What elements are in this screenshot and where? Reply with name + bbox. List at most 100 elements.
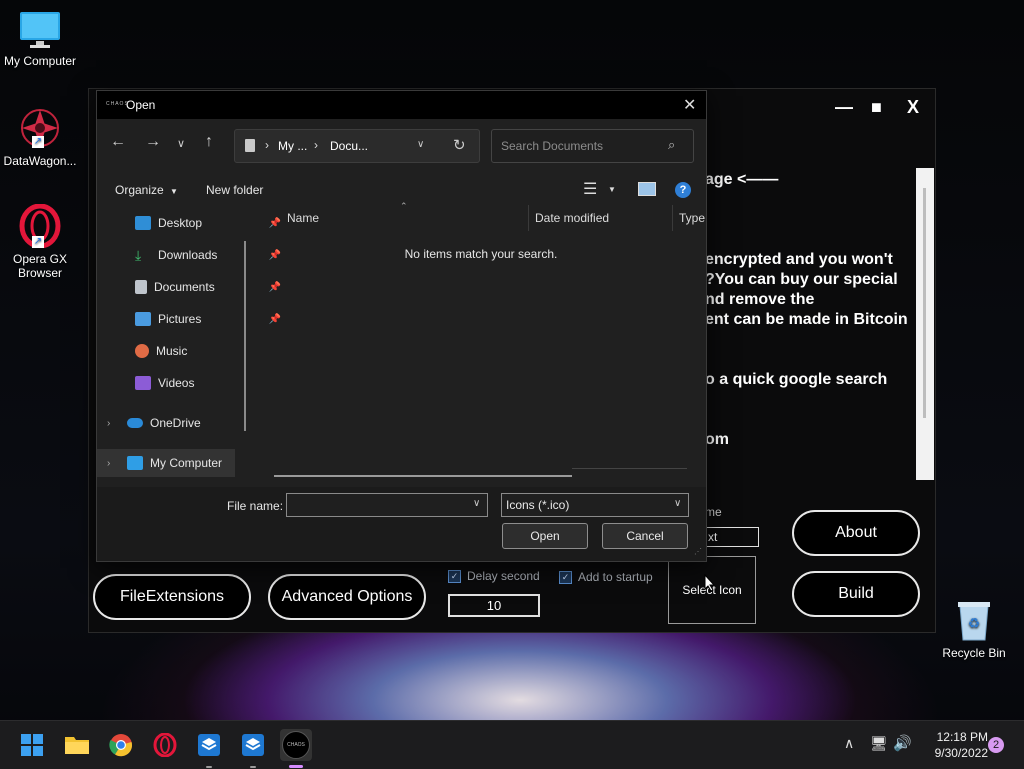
taskbar-datawagon-app[interactable] (193, 729, 225, 761)
horizontal-scrollbar[interactable] (274, 475, 572, 477)
ransom-text-line: nd remove the (705, 291, 815, 308)
checkbox-checked-icon: ✓ (559, 570, 572, 584)
close-button[interactable]: X (907, 97, 919, 118)
search-documents-input[interactable]: Search Documents ⌕ (491, 129, 694, 163)
minimize-button[interactable]: — (835, 97, 853, 118)
add-to-startup-checkbox[interactable]: ✓ Add to startup (559, 570, 653, 584)
name-input[interactable]: xt (705, 527, 759, 547)
folder-icon (65, 737, 89, 754)
ransom-text-line: ent can be made in Bitcoin (705, 311, 908, 328)
dialog-titlebar[interactable]: CHAOS Open ✕ (97, 91, 706, 119)
desktop-icon-opera-gx[interactable]: ↗ Opera GX Browser (0, 203, 80, 280)
column-header-date-modified[interactable]: Date modified (535, 211, 609, 225)
nav-item-label: Videos (158, 376, 195, 390)
taskbar-chaos-builder[interactable]: CHAOS (280, 729, 312, 761)
preview-pane-icon[interactable] (638, 182, 656, 196)
nav-item-label: OneDrive (150, 416, 201, 430)
ransom-text-line: age <—— (705, 171, 779, 188)
back-arrow-icon[interactable]: ← (110, 133, 126, 151)
shortcut-arrow-icon: ↗ (32, 136, 44, 148)
recent-locations-chevron-icon[interactable]: ∨ (177, 137, 185, 150)
clock[interactable]: 12:18 PM 9/30/2022 (918, 729, 988, 761)
nav-item-my-computer[interactable]: › My Computer (97, 449, 235, 477)
file-list-pane: ⌃ (257, 201, 706, 485)
file-name-dropdown-chevron-icon[interactable]: ∨ (473, 498, 480, 509)
delay-input[interactable]: 10 (448, 594, 540, 617)
network-icon[interactable]: 🖥 (870, 735, 888, 752)
ransom-text-line: om (705, 431, 729, 448)
column-divider[interactable] (672, 205, 673, 231)
show-hidden-icons-chevron-icon[interactable]: ∧ (844, 735, 854, 752)
maximize-button[interactable]: ■ (871, 97, 882, 118)
about-button[interactable]: About (792, 510, 920, 556)
up-arrow-icon[interactable]: ↑ (205, 133, 213, 151)
desktop-icon-label: DataWagon... (3, 154, 77, 168)
desktop-icon-label: Recycle Bin (942, 646, 1006, 660)
advanced-options-button[interactable]: Advanced Options (268, 574, 426, 620)
breadcrumb-separator-icon: › (265, 138, 269, 152)
nav-item-label: Pictures (158, 312, 202, 326)
new-folder-button[interactable]: New folder (206, 183, 263, 197)
desktop-icon-my-computer[interactable]: My Computer (0, 10, 80, 68)
ransom-text-line: o a quick google search (705, 371, 888, 388)
dialog-close-icon[interactable]: ✕ (683, 95, 696, 115)
nav-item-label: Desktop (158, 216, 203, 230)
delay-second-label: Delay second (467, 569, 540, 583)
address-dropdown-chevron-icon[interactable]: ∨ (417, 139, 424, 150)
mouse-cursor-icon (704, 573, 716, 597)
delay-second-checkbox[interactable]: ✓ Delay second (448, 569, 540, 583)
taskbar-chrome[interactable] (105, 729, 137, 761)
start-button[interactable] (16, 729, 48, 761)
add-to-startup-label: Add to startup (578, 570, 653, 584)
expand-chevron-icon[interactable]: › (107, 418, 127, 429)
column-header-type[interactable]: Type (679, 211, 705, 225)
desktop-folder-icon (135, 216, 151, 230)
taskbar-file-explorer[interactable] (61, 729, 93, 761)
taskbar-opera-gx[interactable] (149, 729, 181, 761)
file-type-dropdown-chevron-icon[interactable]: ∨ (674, 498, 681, 509)
desktop-icon-datawagon[interactable]: ↗ DataWagon... (0, 106, 80, 168)
open-button[interactable]: Open (502, 523, 588, 549)
build-button[interactable]: Build (792, 571, 920, 617)
nav-item-label: My Computer (150, 456, 223, 470)
organize-label: Organize (115, 183, 164, 197)
column-divider[interactable] (528, 205, 529, 231)
ransom-text-line: ?You can buy our special (705, 271, 898, 288)
cancel-button[interactable]: Cancel (602, 523, 688, 549)
breadcrumb-my-computer[interactable]: My ... (278, 139, 307, 153)
resize-grip-icon[interactable]: ⋰ (694, 547, 702, 556)
document-folder-icon (245, 139, 255, 152)
help-icon[interactable]: ? (675, 182, 691, 198)
dialog-title: Open (126, 98, 156, 112)
column-header-name[interactable]: Name (287, 211, 319, 225)
nav-item-onedrive[interactable]: › OneDrive (97, 409, 267, 437)
clock-time: 12:18 PM (936, 730, 988, 744)
file-extensions-button[interactable]: FileExtensions (93, 574, 251, 620)
onedrive-cloud-icon (127, 418, 143, 428)
desktop-icon-recycle-bin[interactable]: ♻ Recycle Bin (934, 598, 1014, 660)
nav-pane-scrollbar[interactable] (244, 241, 246, 431)
view-options-icon[interactable]: ☰ (583, 179, 597, 199)
refresh-icon[interactable]: ↻ (453, 136, 466, 154)
file-type-select[interactable]: Icons (*.ico) ∨ (501, 493, 689, 517)
sort-indicator-icon: ⌃ (400, 201, 408, 211)
open-file-dialog: CHAOS Open ✕ ← → ∨ ↑ › My ... › Docu... … (96, 90, 707, 562)
scrollbar-track[interactable] (923, 188, 926, 418)
breadcrumb-separator-icon: › (314, 138, 318, 152)
organize-menu[interactable]: Organize ▼ (115, 183, 178, 197)
music-icon (135, 344, 149, 358)
download-arrow-icon: ⤓ (135, 247, 142, 263)
notification-badge[interactable]: 2 (988, 737, 1004, 753)
view-options-dropdown-icon[interactable]: ▼ (608, 185, 616, 194)
file-name-input[interactable]: ∨ (286, 493, 488, 517)
file-type-value: Icons (*.ico) (506, 498, 570, 512)
chaos-app-icon-label: CHAOS (287, 742, 305, 748)
expand-chevron-icon[interactable]: › (107, 458, 127, 469)
taskbar-datawagon-app-2[interactable] (237, 729, 269, 761)
address-bar[interactable]: › My ... › Docu... ∨ ↻ (234, 129, 480, 163)
app-scroll-panel (916, 168, 934, 480)
forward-arrow-icon[interactable]: → (145, 133, 161, 151)
breadcrumb-documents[interactable]: Docu... (330, 139, 368, 153)
file-name-label: File name: (227, 499, 284, 513)
volume-icon[interactable]: 🔊 (893, 734, 912, 752)
